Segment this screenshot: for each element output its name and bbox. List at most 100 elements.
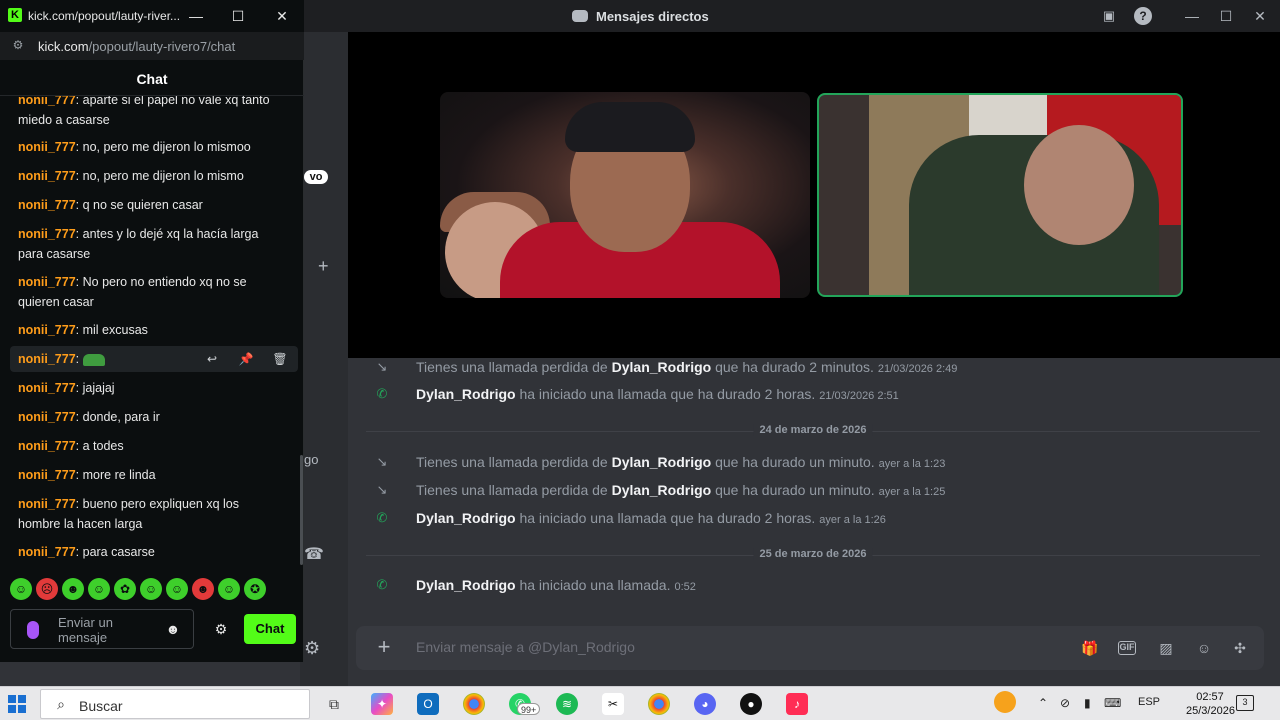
chat-input[interactable]: Enviar un mensaje ☻ (10, 609, 194, 649)
kick-minimize-button[interactable]: — (186, 6, 206, 26)
emote-icon[interactable]: ✿ (114, 578, 136, 600)
emote-quick-bar: ☺ ☹ ☻ ☺ ✿ ☺ ☺ ☻ ☺ ✪ (10, 578, 300, 602)
chat-username[interactable]: nonii_777 (18, 468, 76, 482)
call-user[interactable]: Dylan_Rodrigo (416, 577, 516, 593)
message-composer[interactable]: + Enviar mensaje a @Dylan_Rodrigo 🎁 GIF … (356, 626, 1264, 670)
apps-icon[interactable]: ✣ (1230, 638, 1250, 658)
inbox-icon[interactable]: ▣ (1100, 7, 1118, 25)
clock[interactable]: 02:57 25/3/2026 (1186, 690, 1235, 718)
call-log-row: ↘ Tienes una llamada perdida de Dylan_Ro… (348, 451, 1280, 473)
video-tile-remote[interactable] (440, 92, 810, 298)
mic-icon[interactable] (27, 621, 39, 639)
chat-message: nonii_777: more re linda (18, 468, 156, 482)
taskbar-search[interactable]: ⌕ Buscar (40, 689, 310, 719)
phone-icon: ✆ (376, 386, 388, 401)
emote-icon[interactable]: ☺ (166, 578, 188, 600)
settings-gear-icon[interactable]: ⚙ (304, 638, 320, 659)
emoji-picker-icon[interactable]: ☻ (165, 621, 181, 637)
sticker-icon[interactable]: ▨ (1156, 638, 1176, 658)
message-input[interactable]: Enviar mensaje a @Dylan_Rodrigo (416, 639, 635, 655)
kick-maximize-button[interactable]: ☐ (228, 6, 248, 26)
chat-message: nonii_777: aparte si el papel no vale xq… (18, 96, 280, 130)
call-log-row: ✆ Dylan_Rodrigo ha iniciado una llamada … (348, 507, 1280, 529)
date-divider: 25 de marzo de 2026 (366, 548, 1260, 562)
emoji-icon[interactable]: ☺ (1194, 638, 1214, 658)
chat-username[interactable]: nonii_777 (18, 381, 76, 395)
whatsapp-badge: 99+ (517, 703, 541, 715)
emote-icon[interactable]: ☻ (192, 578, 214, 600)
emote-icon[interactable]: ☻ (62, 578, 84, 600)
chat-message-hovered: nonii_777: ↩ 📌 🗑 (10, 346, 298, 372)
chat-username[interactable]: nonii_777 (18, 497, 76, 511)
copilot-icon[interactable]: ✦ (371, 693, 393, 715)
notifications-icon[interactable]: 3 (1236, 695, 1254, 711)
start-windows-icon[interactable] (8, 695, 26, 713)
minimize-button[interactable]: — (1182, 6, 1202, 26)
reply-icon[interactable]: ↩ (202, 348, 222, 370)
timestamp: 21/03/2026 2:49 (877, 363, 958, 375)
chat-scrollbar[interactable] (300, 455, 303, 565)
chat-settings-icon[interactable]: ⚙ (212, 620, 230, 638)
chat-username[interactable]: nonii_777 (18, 96, 76, 107)
pin-icon[interactable]: 📌 (236, 348, 256, 370)
capcut-icon[interactable]: ✂ (602, 693, 624, 715)
chrome-profile-icon[interactable] (648, 693, 670, 715)
chat-send-button[interactable]: Chat (244, 614, 296, 644)
emote-icon[interactable]: ✪ (244, 578, 266, 600)
kick-close-button[interactable]: ✕ (272, 6, 292, 26)
chat-username[interactable]: nonii_777 (18, 352, 76, 366)
keyboard-icon[interactable]: ⌨ (1104, 696, 1121, 710)
tray-app-icon[interactable] (994, 691, 1016, 713)
language-indicator[interactable]: ESP (1138, 696, 1160, 708)
tiktok-icon[interactable]: ♪ (786, 693, 808, 715)
help-icon[interactable]: ? (1134, 7, 1152, 25)
chat-message: nonii_777: antes y lo dejé xq la hacía l… (18, 227, 259, 261)
call-log-row: ✆ Dylan_Rodrigo ha iniciado una llamada … (348, 383, 1280, 405)
phone-hangup-icon[interactable]: ☎ (304, 544, 324, 564)
kick-url-bar[interactable]: ⚙ kick.com/popout/lauty-rivero7/chat (0, 32, 304, 60)
video-tile-speaking[interactable] (817, 93, 1183, 297)
network-off-icon[interactable]: ⊘ (1060, 696, 1070, 710)
call-user[interactable]: Dylan_Rodrigo (416, 510, 516, 526)
chat-username[interactable]: nonii_777 (18, 169, 76, 183)
attach-plus-icon[interactable]: + (372, 636, 396, 660)
tray-chevron-icon[interactable]: ⌃ (1038, 696, 1048, 710)
chat-username[interactable]: nonii_777 (18, 140, 76, 154)
chat-username[interactable]: nonii_777 (18, 227, 76, 241)
spotify-icon[interactable]: ≋ (556, 693, 578, 715)
emote-icon[interactable]: ☹ (36, 578, 58, 600)
emote-icon[interactable]: ☺ (88, 578, 110, 600)
emote-icon[interactable]: ☺ (10, 578, 32, 600)
close-button[interactable]: ✕ (1250, 6, 1270, 26)
add-dm-icon[interactable]: + (318, 256, 329, 277)
chrome-icon[interactable] (463, 693, 485, 715)
gift-icon[interactable]: 🎁 (1080, 638, 1100, 658)
chat-username[interactable]: nonii_777 (18, 275, 76, 289)
call-user[interactable]: Dylan_Rodrigo (612, 359, 712, 375)
chat-username[interactable]: nonii_777 (18, 198, 76, 212)
app-icon[interactable]: ● (740, 693, 762, 715)
emote-icon[interactable]: ☺ (218, 578, 240, 600)
frog-emote-icon (83, 353, 106, 366)
emote-icon[interactable]: ☺ (140, 578, 162, 600)
phone-icon: ✆ (376, 577, 388, 592)
task-view-icon[interactable]: ⧉ (323, 693, 345, 715)
chat-username[interactable]: nonii_777 (18, 410, 76, 424)
delete-icon[interactable]: 🗑 (270, 348, 290, 370)
call-log: ↘ Tienes una llamada perdida de Dylan_Ro… (348, 358, 1280, 628)
chat-username[interactable]: nonii_777 (18, 323, 76, 337)
gif-icon[interactable]: GIF (1118, 641, 1136, 655)
chat-username[interactable]: nonii_777 (18, 439, 76, 453)
maximize-button[interactable]: ☐ (1216, 6, 1236, 26)
call-user[interactable]: Dylan_Rodrigo (416, 386, 516, 402)
outlook-icon[interactable]: O (417, 693, 439, 715)
timestamp: 21/03/2026 2:51 (819, 390, 899, 402)
call-user[interactable]: Dylan_Rodrigo (612, 454, 712, 470)
site-settings-icon[interactable]: ⚙ (11, 38, 25, 52)
kick-chat-list: nonii_777: aparte si el papel no vale xq… (0, 96, 300, 566)
call-user[interactable]: Dylan_Rodrigo (612, 482, 712, 498)
mic-tray-icon[interactable]: ▮ (1084, 696, 1091, 710)
discord-app-icon[interactable]: ◕ (694, 693, 716, 715)
chat-username[interactable]: nonii_777 (18, 545, 76, 559)
chat-message: nonii_777: q no se quieren casar (18, 198, 203, 212)
